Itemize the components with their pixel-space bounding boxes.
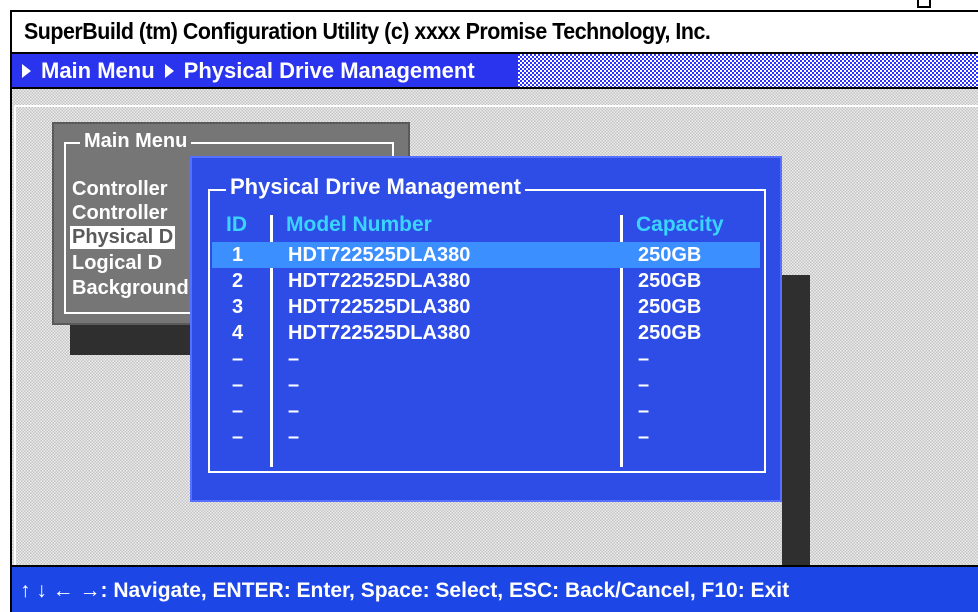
drive-row-1[interactable]: 1 HDT722525DLA380 250GB bbox=[212, 242, 760, 268]
drive-model: – bbox=[288, 348, 300, 370]
drive-capacity: – bbox=[638, 426, 650, 448]
drive-capacity: 250GB bbox=[638, 244, 702, 266]
main-menu-item-background[interactable]: Background bbox=[72, 277, 189, 300]
drive-capacity: – bbox=[638, 348, 650, 370]
breadcrumb-arrow-icon bbox=[164, 63, 174, 78]
drive-row-empty[interactable]: – – – bbox=[212, 424, 760, 450]
drive-capacity: – bbox=[638, 400, 650, 422]
drive-id: 1 bbox=[232, 244, 244, 266]
main-menu-shadow bbox=[70, 325, 190, 355]
app-window: SuperBuild (tm) Configuration Utility (c… bbox=[10, 10, 978, 612]
breadcrumb-item-physical-drive-management: Physical Drive Management bbox=[161, 58, 475, 84]
breadcrumb-label: Physical Drive Management bbox=[183, 57, 475, 83]
drive-model: – bbox=[288, 374, 300, 396]
main-menu-item-logical-drive[interactable]: Logical D bbox=[72, 252, 162, 275]
drive-capacity: 250GB bbox=[638, 322, 702, 344]
keyboard-help-text: ↑ ↓ ← →: Navigate, ENTER: Enter, Space: … bbox=[20, 579, 790, 602]
dialog-title: Physical Drive Management bbox=[226, 174, 526, 200]
drive-model: HDT722525DLA380 bbox=[288, 322, 471, 344]
drive-row-2[interactable]: 2 HDT722525DLA380 250GB bbox=[212, 268, 760, 294]
main-menu-item-controller-2[interactable]: Controller bbox=[72, 202, 168, 225]
title-bar: SuperBuild (tm) Configuration Utility (c… bbox=[12, 12, 978, 54]
status-bar: ↑ ↓ ← →: Navigate, ENTER: Enter, Space: … bbox=[12, 565, 978, 612]
drive-model: HDT722525DLA380 bbox=[288, 244, 471, 266]
drive-capacity: 250GB bbox=[638, 296, 702, 318]
workspace-background: Main Menu Controller Controller Physical… bbox=[12, 87, 978, 593]
main-menu-item-controller-1[interactable]: Controller bbox=[72, 178, 168, 201]
drive-model: HDT722525DLA380 bbox=[288, 270, 471, 292]
drive-capacity: – bbox=[638, 374, 650, 396]
drive-row-empty[interactable]: – – – bbox=[212, 372, 760, 398]
physical-drive-management-dialog: Physical Drive Management ID Model Numbe… bbox=[190, 156, 782, 502]
drive-row-empty[interactable]: – – – bbox=[212, 346, 760, 372]
column-header-capacity: Capacity bbox=[636, 213, 724, 236]
drive-id: 4 bbox=[232, 322, 244, 344]
breadcrumb-label: Main Menu bbox=[41, 57, 155, 83]
column-header-id: ID bbox=[226, 213, 247, 236]
drive-capacity: 250GB bbox=[638, 270, 702, 292]
drive-id: – bbox=[232, 374, 244, 396]
drive-id: – bbox=[232, 426, 244, 448]
drive-model: HDT722525DLA380 bbox=[288, 296, 471, 318]
breadcrumb: Main Menu Physical Drive Management bbox=[12, 54, 978, 87]
drive-model: – bbox=[288, 426, 300, 448]
breadcrumb-item-main-menu[interactable]: Main Menu bbox=[18, 58, 155, 84]
drive-id: – bbox=[232, 400, 244, 422]
drive-id: – bbox=[232, 348, 244, 370]
drive-row-empty[interactable]: – – – bbox=[212, 398, 760, 424]
app-title: SuperBuild (tm) Configuration Utility (c… bbox=[24, 18, 711, 44]
dialog-shadow-right bbox=[782, 275, 810, 593]
drive-row-3[interactable]: 3 HDT722525DLA380 250GB bbox=[212, 294, 760, 320]
breadcrumb-arrow-icon bbox=[22, 63, 31, 78]
window-corner-icon bbox=[917, 0, 931, 8]
drive-id: 3 bbox=[232, 296, 244, 318]
column-header-model: Model Number bbox=[286, 213, 432, 236]
main-menu-title: Main Menu bbox=[80, 130, 192, 153]
main-menu-item-physical-drive[interactable]: Physical D bbox=[70, 226, 176, 249]
drive-row-4[interactable]: 4 HDT722525DLA380 250GB bbox=[212, 320, 760, 346]
drive-id: 2 bbox=[232, 270, 244, 292]
drive-model: – bbox=[288, 400, 300, 422]
